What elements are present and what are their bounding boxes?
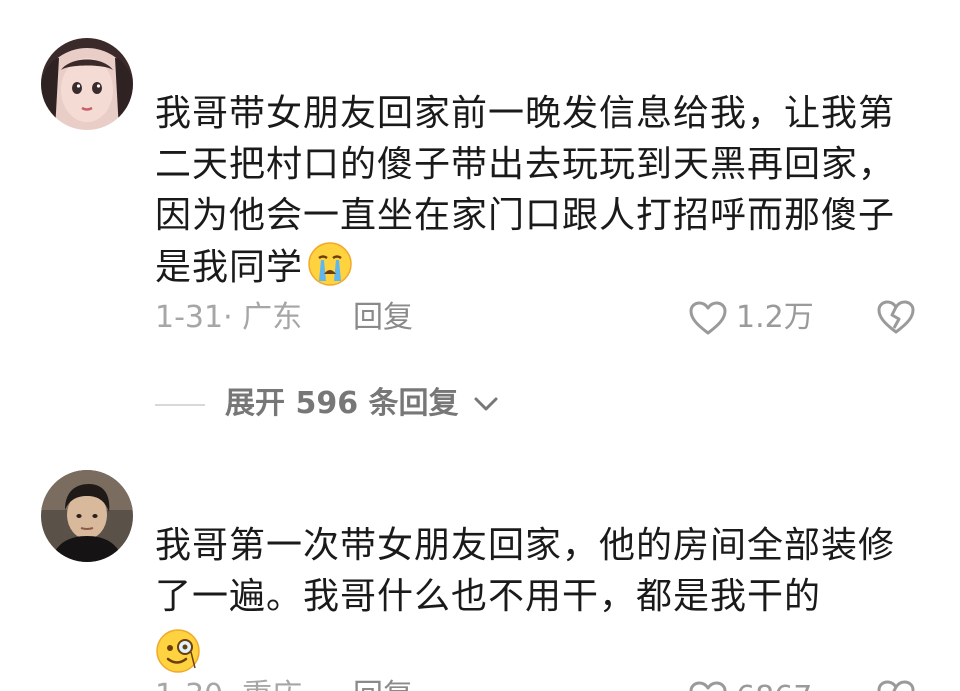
comment-1-like-button[interactable]: 1.2万 <box>688 298 828 338</box>
comment-1-text: 我哥带女朋友回家前一晚发信息给我，让我第二天把村口的傻子带出去玩玩到天黑再回家，… <box>155 88 915 293</box>
comment-1-date-location: 1-31· 广东 <box>155 300 303 335</box>
avatar-user-2-image <box>41 470 133 562</box>
comment-2-reply-button[interactable]: 回复 <box>353 676 413 691</box>
heart-outline-icon <box>689 681 727 691</box>
comment-2-body: 我哥第一次带女朋友回家，他的房间全部装修了一遍。我哥什么也不用干，都是我干的 <box>155 525 896 617</box>
loudly-crying-face-icon <box>307 241 353 287</box>
comment-1-meta: 1-31· 广东 回复 <box>155 298 413 338</box>
comment-2-text: 我哥第一次带女朋友回家，他的房间全部装修了一遍。我哥什么也不用干，都是我干的 <box>155 520 915 680</box>
smiling-face-with-monocle-icon <box>155 628 201 674</box>
comment-1-dislike-button[interactable] <box>876 299 916 339</box>
comment-2-date-location: 1-30· 重庆 <box>155 676 302 691</box>
expand-replies-label: 展开 596 条回复 <box>225 386 459 421</box>
avatar-user-1-image <box>41 38 133 130</box>
avatar-user-2[interactable] <box>41 470 133 562</box>
comment-2-like-button[interactable]: 6867 <box>688 678 828 691</box>
comment-2-like-count: 6867 <box>736 678 812 691</box>
comment-1-body: 我哥带女朋友回家前一晚发信息给我，让我第二天把村口的傻子带出去玩玩到天黑再回家，… <box>155 93 896 288</box>
comment-2-dislike-button[interactable] <box>876 679 916 691</box>
comment-list: 我哥带女朋友回家前一晚发信息给我，让我第二天把村口的傻子带出去玩玩到天黑再回家，… <box>0 0 960 691</box>
chevron-down-icon <box>474 397 498 411</box>
heart-outline-icon <box>689 301 727 335</box>
comment-1-like-count: 1.2万 <box>736 300 814 335</box>
avatar-user-1[interactable] <box>41 38 133 130</box>
broken-heart-icon <box>877 680 915 691</box>
comment-1-reply-button[interactable]: 回复 <box>353 298 413 338</box>
broken-heart-icon <box>877 300 915 334</box>
expand-divider <box>155 404 205 406</box>
